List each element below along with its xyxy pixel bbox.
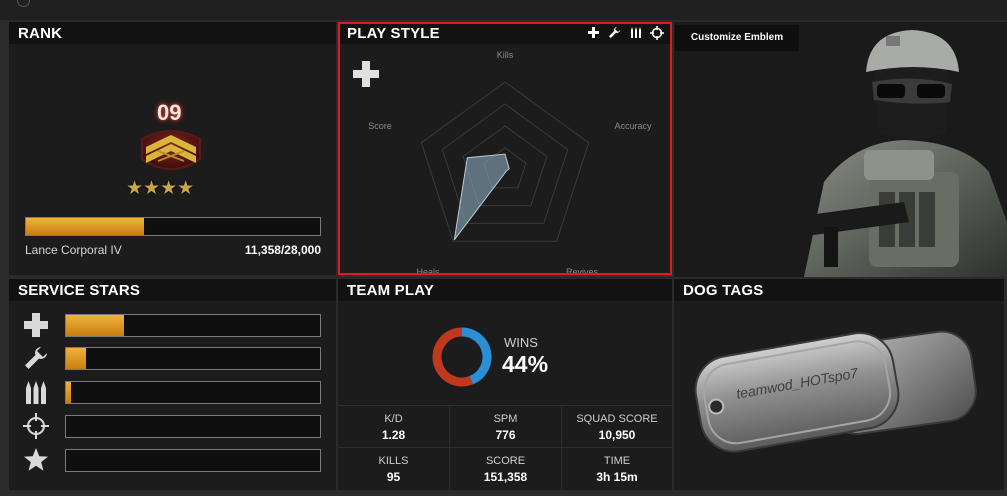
service-stars-panel: SERVICE STARS (9, 279, 336, 490)
service-stars-title: SERVICE STARS (9, 279, 336, 301)
losses-arc (432, 327, 473, 387)
rank-title: RANK (9, 22, 336, 44)
wins-percentage: 44% (502, 351, 549, 377)
service-star-row[interactable] (9, 447, 336, 473)
radar-axis-label: Revives (566, 267, 599, 275)
customize-emblem-button[interactable]: Customize Emblem (675, 25, 799, 51)
radar-axis-label: Accuracy (614, 121, 652, 131)
rank-progress-bar (25, 217, 321, 236)
stat-cell: K/D 1.28 (338, 406, 449, 447)
rank-score-max: /28,000 (280, 243, 321, 257)
wins-donut-chart (432, 327, 492, 387)
wins-label: WINS (504, 335, 538, 350)
rank-insignia-icon (141, 130, 201, 170)
info-icon[interactable] (17, 0, 30, 7)
crosshair-icon (23, 413, 49, 439)
radar-axis-label: Kills (497, 50, 514, 60)
radar-axis-label: Heals (416, 267, 440, 275)
service-star-progress (65, 347, 321, 370)
wins-arc (461, 327, 492, 385)
service-star-row[interactable] (9, 345, 336, 371)
top-strip (0, 0, 1007, 20)
stat-cell: KILLS 95 (338, 448, 449, 490)
service-star-progress (65, 381, 321, 404)
radar-axis-label: Score (368, 121, 392, 131)
wrench-icon (25, 347, 47, 369)
service-star-row[interactable] (9, 312, 336, 338)
service-star-progress (65, 314, 321, 337)
star-icon (24, 448, 48, 471)
dog-tags-panel: DOG TAGS teamwod_HOTspo7 (674, 279, 1004, 490)
rank-panel: RANK 09 ★★★★ Lance Corporal IV 11,358/28… (9, 22, 336, 275)
stat-cell: SQUAD SCORE 10,950 (562, 406, 672, 447)
dog-tags-image[interactable]: teamwod_HOTspo7 (674, 301, 1004, 490)
play-style-panel: PLAY STYLE Kills Accuracy Revives Heals Scor… (338, 22, 672, 275)
rank-stars: ★★★★ (126, 178, 195, 199)
dog-tags-title: DOG TAGS (674, 279, 1004, 301)
rank-number: 09 (157, 100, 182, 125)
team-play-panel: TEAM PLAY WINS 44% K/D 1.28 SPM 776 SQUAD … (338, 279, 672, 490)
team-play-title: TEAM PLAY (338, 279, 672, 301)
radar-value-shape (453, 153, 510, 241)
soldier-panel: Customize Emblem (674, 22, 1007, 277)
stat-cell: TIME 3h 15m (562, 448, 672, 490)
stat-cell: SPM 776 (450, 406, 561, 447)
soldier-image (794, 30, 1007, 277)
rank-score-current: 11,358 (244, 243, 281, 257)
stat-cell: SCORE 151,358 (450, 448, 561, 490)
service-star-row[interactable] (9, 379, 336, 405)
play-style-radar-chart: Kills Accuracy Revives Heals Score (368, 50, 652, 275)
ammo-icon (26, 381, 46, 404)
rank-score: 11,358/28,000 (245, 243, 321, 257)
service-star-progress (65, 415, 321, 438)
plus-icon (24, 313, 48, 337)
service-star-progress (65, 449, 321, 472)
rank-name: Lance Corporal IV (25, 243, 122, 257)
service-star-row[interactable] (9, 413, 336, 439)
